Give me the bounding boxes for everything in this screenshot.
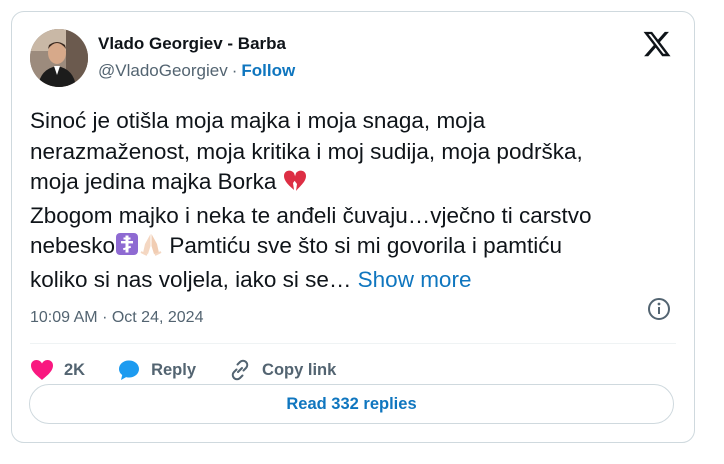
tweet-card: Vlado Georgiev - Barba @VladoGeorgiev · Fo… [11,11,695,443]
tweet-line: Zbogom majko i neka te anđeli čuvaju…vje… [30,202,592,228]
tweet-timestamp[interactable]: 10:09 AM · Oct 24, 2024 [30,309,203,327]
praying-hands-icon [139,232,163,265]
follow-button[interactable]: Follow [241,61,295,80]
copy-link-label: Copy link [262,360,337,379]
x-logo-icon[interactable] [642,29,672,59]
tweet-text: Sinoć je otišla moja majka i moja snaga,… [30,106,670,295]
link-icon [231,359,249,381]
read-replies-button[interactable]: Read 332 replies [29,384,674,424]
tweet-line: nebesko Pamtiću sve što si mi govorila i… [30,231,670,265]
tweet-date: Oct 24, 2024 [111,309,204,326]
like-button[interactable]: 2K [30,359,85,381]
tweet-line: nerazmaženost, moja kritika i moj sudija… [30,138,583,164]
handle-separator: · [231,61,238,80]
author-name[interactable]: Vlado Georgiev - Barba [98,34,286,54]
heart-icon [31,360,53,380]
like-count: 2K [64,360,86,379]
show-more-link[interactable]: Show more [358,267,472,292]
tweet-line: Sinoć je otišla moja majka i moja snaga,… [30,108,486,133]
info-icon[interactable] [646,296,672,322]
orthodox-cross-icon [115,232,139,265]
action-bar: 2K Reply Copy link [30,357,368,383]
reply-button[interactable]: Reply [117,358,196,382]
copy-link-button[interactable]: Copy link [228,358,336,382]
author-handle[interactable]: @VladoGeorgiev [98,61,228,80]
reply-bubble-icon [119,360,140,380]
avatar[interactable] [30,29,88,87]
tweet-line: koliko si nas voljela, iako si se… Show … [30,266,472,292]
broken-heart-icon [283,170,307,201]
tweet-line: moja jedina majka Borka [30,167,670,201]
divider [30,343,676,344]
tweet-time: 10:09 AM [30,309,98,326]
timestamp-separator: · [102,309,108,326]
author-handle-row: @VladoGeorgiev · Follow [98,61,295,81]
reply-label: Reply [151,360,197,379]
